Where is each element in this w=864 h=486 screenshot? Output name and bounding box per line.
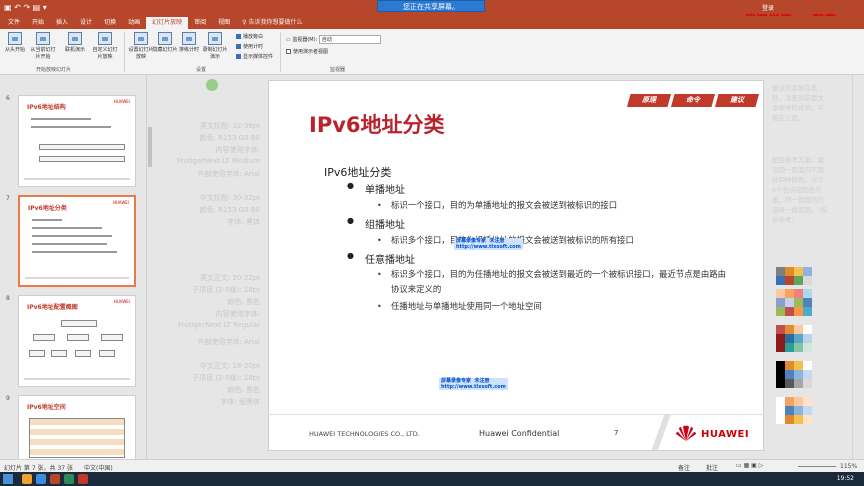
- monitor-select[interactable]: ▭ 监视器(M): 自动: [286, 35, 381, 44]
- setup-slideshow-button[interactable]: 设置幻灯片放映: [128, 32, 154, 60]
- sub-bullet[interactable]: 标识一个接口，目的为单播地址的报文会被送到被标识的接口: [377, 198, 731, 213]
- checkbox-unchecked-icon: [286, 49, 291, 54]
- notes-button[interactable]: 备注: [678, 463, 690, 472]
- slide-guide-notes: 英文标题: 32-36pt 颜色: R153 G0 B0 内容使用字体: Fru…: [152, 75, 268, 459]
- notes-guide-pane: 备注信息放在此处，注意到前面文本框中的说明，不要在上面。 配色参考方案：建议同一…: [764, 75, 864, 459]
- slide-title[interactable]: IPv6地址分类: [309, 109, 445, 139]
- setup-icon: [134, 32, 148, 45]
- explorer-icon[interactable]: [22, 474, 32, 484]
- thumbnail-slide-6[interactable]: IPv6地址结构 HUAWEI: [18, 95, 136, 187]
- browser-icon[interactable]: [36, 474, 46, 484]
- slide-number: 7: [614, 429, 619, 437]
- hide-slide-icon: [158, 32, 172, 45]
- sub-bullet[interactable]: 任播地址与单播地址使用同一个地址空间: [377, 299, 731, 314]
- thumb-number: 9: [6, 395, 10, 402]
- checkbox-checked-icon: [236, 54, 241, 59]
- view-buttons[interactable]: ▭ ▦ ▣ ▷: [736, 462, 796, 470]
- thumb-number: 6: [6, 95, 10, 102]
- footer-confidential: Huawei Confidential: [479, 429, 560, 438]
- group-label-start: 开始放映幻灯片: [36, 67, 72, 73]
- narration-checkbox[interactable]: 播放旁白: [236, 33, 263, 40]
- footer-brand: HUAWEI: [701, 429, 750, 440]
- sub-bullet[interactable]: 标识多个接口，目的为组播地址的报文会被送到被标识的所有接口: [377, 233, 731, 248]
- tab-home[interactable]: 开始: [26, 17, 50, 29]
- slideshow-icon: [8, 32, 22, 45]
- comments-button[interactable]: 批注: [706, 463, 718, 472]
- huawei-logo-icon: HUAWEI: [113, 299, 130, 304]
- footer-decoration: [647, 415, 677, 450]
- custom-show-icon: [98, 32, 112, 45]
- media-controls-checkbox[interactable]: 显示媒体控件: [236, 53, 273, 60]
- hide-slide-button[interactable]: 隐藏幻灯片: [152, 32, 178, 53]
- zoom-level[interactable]: 115%: [840, 463, 857, 470]
- slide-footer: HUAWEI TECHNOLOGIES CO., LTD. Huawei Con…: [269, 414, 763, 450]
- tab-insert[interactable]: 插入: [50, 17, 74, 29]
- tab-view[interactable]: 视图: [212, 17, 236, 29]
- bullet-unicast[interactable]: 单播地址: [347, 181, 405, 196]
- quick-access-toolbar[interactable]: ▣ ↶ ↷ ▤ ▾: [4, 3, 47, 12]
- huawei-logo-icon: HUAWEI: [113, 99, 130, 104]
- badge-suggestion: 建议: [715, 94, 759, 107]
- timer-icon: [182, 32, 196, 45]
- bullet-anycast[interactable]: 任意播地址: [347, 251, 415, 266]
- ribbon-separator: [280, 32, 281, 72]
- ribbon: 从头开始 从当前幻灯片开始 联机演示 自定义幻灯片放映 设置幻灯片放映 隐藏幻灯…: [0, 29, 864, 75]
- sub-bullet[interactable]: 标识多个接口，目的为任播地址的报文会被送到最近的一个被标识接口，最近节点是由路由…: [377, 267, 731, 297]
- record-icon: [208, 32, 222, 45]
- tab-transitions[interactable]: 切换: [98, 17, 122, 29]
- slide-thumbnails-pane[interactable]: 6 IPv6地址结构 HUAWEI 7 IPv6地址分类 HUAWEI 8 IP…: [0, 75, 152, 459]
- ribbon-tabs: 文件 开始 插入 设计 切换 动画 幻灯片放映 审阅 视图 ♀ 告诉我你想要做什…: [0, 16, 864, 29]
- powerpoint-icon[interactable]: [50, 474, 60, 484]
- slideshow-current-icon: [36, 32, 50, 45]
- use-timings-checkbox[interactable]: 使用计时: [236, 43, 263, 50]
- badge-command: 命令: [671, 94, 715, 107]
- thumb-number: 8: [6, 295, 10, 302]
- tab-review[interactable]: 审阅: [188, 17, 212, 29]
- status-bar: 幻灯片 第 7 张，共 37 张 中文(中国) 备注 批注 ▭ ▦ ▣ ▷ 11…: [0, 459, 864, 472]
- custom-slideshow-button[interactable]: 自定义幻灯片放映: [92, 32, 118, 60]
- checkbox-checked-icon: [236, 44, 241, 49]
- ribbon-separator: [124, 32, 125, 72]
- tab-slideshow[interactable]: 幻灯片放映: [146, 17, 189, 29]
- present-online-button[interactable]: 联机演示: [62, 32, 88, 53]
- slide-scrollbar[interactable]: [852, 75, 864, 459]
- from-beginning-button[interactable]: 从头开始: [2, 32, 28, 53]
- language-indicator[interactable]: 中文(中国): [84, 463, 113, 472]
- slide-canvas[interactable]: 原理 命令 建议 IPv6地址分类 IPv6地址分类 单播地址 标识一个接口，目…: [268, 80, 764, 451]
- presenter-view-checkbox[interactable]: 使用演示者视图: [286, 48, 328, 55]
- huawei-logo-icon: [676, 425, 696, 441]
- taskbar-clock[interactable]: 19:52: [837, 475, 854, 482]
- thumbnail-slide-8[interactable]: IPv6地址配置概图 HUAWEI: [18, 295, 136, 387]
- tab-design[interactable]: 设计: [74, 17, 98, 29]
- tab-animations[interactable]: 动画: [122, 17, 146, 29]
- recorder-watermark: 屏幕录像专家 未注册 http://www.tlxsoft.com: [439, 378, 508, 390]
- os-taskbar: 19:52: [0, 472, 864, 486]
- badge-principle: 原理: [627, 94, 671, 107]
- mouse-cursor-highlight: [206, 79, 218, 91]
- app-icon[interactable]: [64, 474, 74, 484]
- thumbnail-slide-9[interactable]: IPv6地址空间: [18, 395, 136, 459]
- group-label-monitor: 监视器: [330, 67, 346, 73]
- bullet-multicast[interactable]: 组播地址: [347, 216, 405, 231]
- thumb-number: 7: [6, 195, 10, 202]
- slide-counter: 幻灯片 第 7 张，共 37 张: [4, 465, 73, 472]
- windows-start-icon[interactable]: [3, 474, 13, 484]
- zoom-slider[interactable]: [798, 466, 836, 467]
- from-current-button[interactable]: 从当前幻灯片开始: [30, 32, 56, 60]
- record-slideshow-button[interactable]: 录制幻灯片演示: [202, 32, 228, 60]
- recorder-icon[interactable]: [78, 474, 88, 484]
- checkbox-checked-icon: [236, 34, 241, 39]
- tab-file[interactable]: 文件: [2, 17, 26, 29]
- huawei-logo-icon: HUAWEI: [112, 200, 129, 205]
- rehearse-timings-button[interactable]: 排练计时: [176, 32, 202, 53]
- group-label-setup: 设置: [196, 67, 207, 73]
- footer-company: HUAWEI TECHNOLOGIES CO., LTD.: [309, 430, 420, 438]
- recorder-watermark: 屏幕录像专家 未注册 http://www.tlxsoft.com: [454, 238, 523, 250]
- share-banner[interactable]: 您正在共享屏幕。: [377, 0, 485, 12]
- thumbnail-slide-7[interactable]: IPv6地址分类 HUAWEI: [18, 195, 136, 287]
- present-online-icon: [68, 32, 82, 45]
- tell-me-search[interactable]: ♀ 告诉我你想要做什么: [236, 17, 308, 29]
- section-heading[interactable]: IPv6地址分类: [324, 164, 391, 180]
